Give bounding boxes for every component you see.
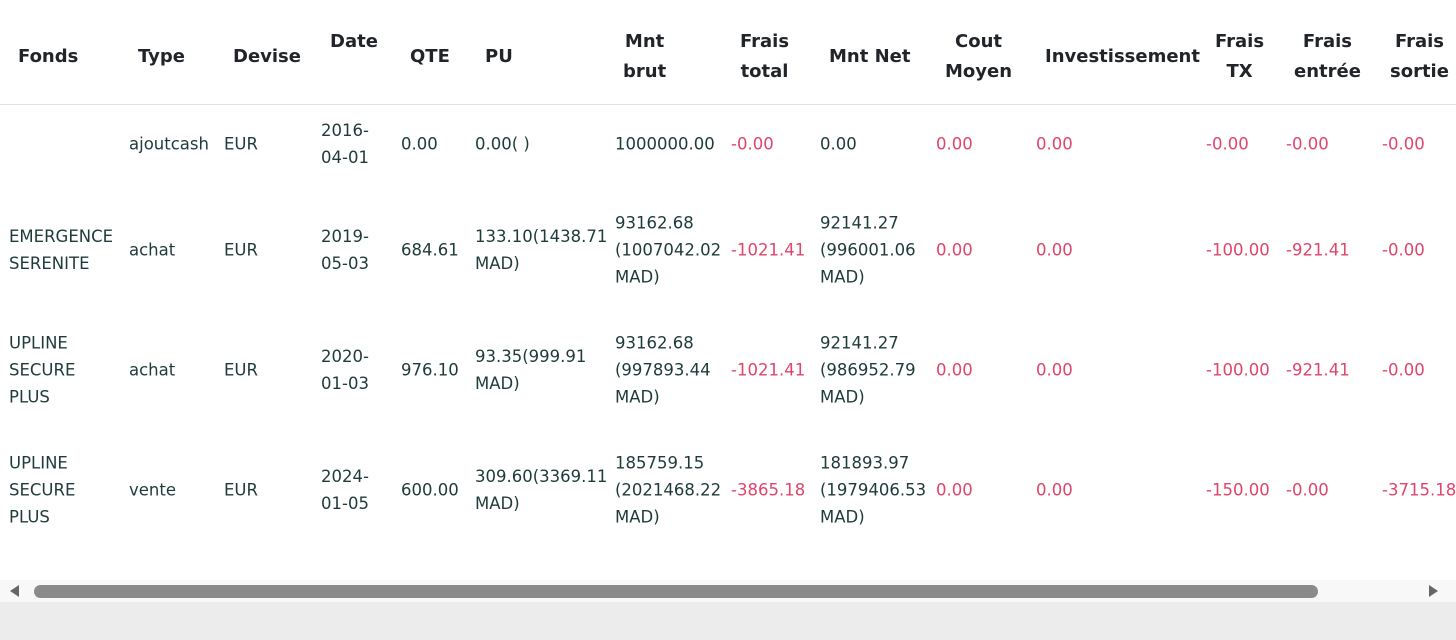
header-frais-entree[interactable]: Frais entrée bbox=[1294, 27, 1361, 87]
cell-mnt-brut: 93162.68 (997893.44 MAD) bbox=[615, 333, 711, 407]
cell-fonds: EMERGENCE SERENITE bbox=[9, 227, 114, 273]
cell-type: achat bbox=[129, 360, 176, 380]
arrow-right-icon[interactable] bbox=[1429, 585, 1438, 597]
cell-cout-moyen: 0.00 bbox=[936, 360, 973, 380]
header-type[interactable]: Type bbox=[138, 42, 185, 72]
transactions-table: Fonds Type Devise Date QTE PU Mnt brut F… bbox=[0, 0, 1456, 580]
cell-frais-total: -1021.41 bbox=[731, 360, 806, 380]
cell-date: 2024- 01-05 bbox=[321, 467, 369, 513]
cell-investissement: 0.00 bbox=[1036, 134, 1073, 154]
scrollbar-thumb[interactable] bbox=[34, 585, 1318, 598]
cell-mnt-net: 181893.97 (1979406.53 MAD) bbox=[820, 453, 927, 527]
cell-date: 2019- 05-03 bbox=[321, 227, 369, 273]
cell-frais-entree: -921.41 bbox=[1286, 240, 1350, 260]
cell-qte: 684.61 bbox=[401, 240, 459, 260]
cell-pu: 0.00( ) bbox=[475, 134, 530, 154]
cell-date: 2016- 04-01 bbox=[321, 121, 369, 167]
header-fonds[interactable]: Fonds bbox=[18, 42, 78, 72]
cell-frais-tx: -100.00 bbox=[1206, 360, 1270, 380]
cell-frais-sortie: -3715.18 bbox=[1382, 480, 1456, 500]
cell-devise: EUR bbox=[224, 134, 258, 154]
cell-frais-sortie: -0.00 bbox=[1382, 360, 1425, 380]
cell-type: achat bbox=[129, 240, 176, 260]
cell-investissement: 0.00 bbox=[1036, 360, 1073, 380]
cell-devise: EUR bbox=[224, 240, 258, 260]
cell-frais-tx: -100.00 bbox=[1206, 240, 1270, 260]
cell-frais-total: -1021.41 bbox=[731, 240, 806, 260]
cell-frais-entree: -921.41 bbox=[1286, 360, 1350, 380]
cell-investissement: 0.00 bbox=[1036, 480, 1073, 500]
cell-frais-total: -3865.18 bbox=[731, 480, 806, 500]
header-qte[interactable]: QTE bbox=[410, 42, 450, 72]
cell-mnt-brut: 185759.15 (2021468.22 MAD) bbox=[615, 453, 722, 527]
cell-qte: 0.00 bbox=[401, 134, 438, 154]
cell-devise: EUR bbox=[224, 480, 258, 500]
header-frais-total[interactable]: Frais total bbox=[740, 27, 789, 87]
cell-cout-moyen: 0.00 bbox=[936, 134, 973, 154]
header-cout-moyen[interactable]: Cout Moyen bbox=[945, 27, 1012, 87]
horizontal-scrollbar[interactable] bbox=[0, 580, 1456, 602]
cell-pu: 309.60(3369.11 MAD) bbox=[475, 467, 608, 513]
cell-qte: 600.00 bbox=[401, 480, 459, 500]
cell-frais-tx: -0.00 bbox=[1206, 134, 1249, 154]
cell-cout-moyen: 0.00 bbox=[936, 240, 973, 260]
arrow-left-icon[interactable] bbox=[10, 585, 19, 597]
cell-fonds: UPLINE SECURE PLUS bbox=[9, 453, 76, 527]
header-date[interactable]: Date bbox=[330, 27, 378, 57]
header-frais-tx[interactable]: Frais TX bbox=[1215, 27, 1264, 87]
cell-type: ajoutcash bbox=[129, 134, 209, 154]
cell-type: vente bbox=[129, 480, 176, 500]
header-devise[interactable]: Devise bbox=[233, 42, 301, 72]
cell-frais-tx: -150.00 bbox=[1206, 480, 1270, 500]
cell-mnt-brut: 93162.68 (1007042.02 MAD) bbox=[615, 213, 722, 287]
cell-pu: 133.10(1438.71 MAD) bbox=[475, 227, 608, 273]
table-header-row: Fonds Type Devise Date QTE PU Mnt brut F… bbox=[0, 0, 1456, 105]
cell-devise: EUR bbox=[224, 360, 258, 380]
header-frais-sortie[interactable]: Frais sortie bbox=[1390, 27, 1449, 87]
cell-cout-moyen: 0.00 bbox=[936, 480, 973, 500]
cell-frais-sortie: -0.00 bbox=[1382, 240, 1425, 260]
cell-frais-sortie: -0.00 bbox=[1382, 134, 1425, 154]
cell-mnt-net: 0.00 bbox=[820, 134, 857, 154]
cell-date: 2020- 01-03 bbox=[321, 347, 369, 393]
header-investissement[interactable]: Investissement bbox=[1045, 42, 1200, 72]
header-pu[interactable]: PU bbox=[485, 42, 513, 72]
cell-investissement: 0.00 bbox=[1036, 240, 1073, 260]
cell-mnt-net: 92141.27 (996001.06 MAD) bbox=[820, 213, 916, 287]
cell-frais-entree: -0.00 bbox=[1286, 480, 1329, 500]
cell-frais-entree: -0.00 bbox=[1286, 134, 1329, 154]
cell-mnt-net: 92141.27 (986952.79 MAD) bbox=[820, 333, 916, 407]
header-mnt-brut[interactable]: Mnt brut bbox=[623, 27, 666, 87]
cell-frais-total: -0.00 bbox=[731, 134, 774, 154]
cell-qte: 976.10 bbox=[401, 360, 459, 380]
page-footer-background bbox=[0, 602, 1456, 640]
cell-fonds: UPLINE SECURE PLUS bbox=[9, 333, 76, 407]
cell-mnt-brut: 1000000.00 bbox=[615, 134, 715, 154]
header-mnt-net[interactable]: Mnt Net bbox=[829, 42, 910, 72]
cell-pu: 93.35(999.91 MAD) bbox=[475, 347, 587, 393]
